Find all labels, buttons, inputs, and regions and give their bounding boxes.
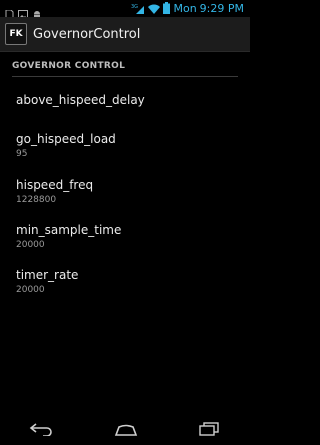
pref-title: above_hispeed_delay (16, 93, 145, 107)
status-clock: 9:29 PM (200, 2, 244, 15)
back-icon[interactable] (29, 422, 55, 436)
pref-timer-rate[interactable]: timer_rate 20000 (0, 259, 250, 304)
status-day: Mon (173, 2, 197, 15)
pref-title: go_hispeed_load (16, 132, 116, 146)
status-bar: 3G Mon 9:29 PM (0, 0, 250, 20)
app-title: GovernorControl (33, 26, 141, 42)
signal-icon: 3G (131, 0, 145, 18)
pref-summary: 1228800 (16, 194, 57, 205)
status-time-suffix: PM (227, 2, 244, 15)
sd-card-icon (4, 4, 14, 20)
pref-min-sample-time[interactable]: min_sample_time 20000 (0, 214, 250, 259)
pref-summary: 20000 (16, 285, 45, 295)
battery-icon (163, 0, 171, 18)
status-time: 9:29 (199, 2, 225, 15)
pref-title: timer_rate (16, 268, 79, 282)
pref-hispeed-freq[interactable]: hispeed_freq 1228800 (0, 168, 250, 214)
navigation-bar (0, 413, 250, 445)
pref-go-hispeed-load[interactable]: go_hispeed_load 95 (0, 123, 250, 168)
android-icon (32, 4, 42, 19)
notification-area (0, 4, 42, 20)
pref-summary: 95 (16, 149, 28, 159)
pref-title: hispeed_freq (16, 177, 94, 192)
pref-summary: 20000 (16, 240, 45, 250)
preference-list: GOVERNOR CONTROL above_hispeed_delay go_… (0, 52, 250, 392)
status-indicators: 3G Mon 9:29 PM (131, 0, 250, 18)
recent-apps-icon[interactable] (197, 422, 221, 436)
section-header: GOVERNOR CONTROL (12, 56, 238, 77)
app-icon[interactable]: FK (5, 23, 27, 45)
action-bar: FK GovernorControl (0, 17, 250, 52)
pref-title: min_sample_time (16, 223, 122, 237)
network-type-label: 3G (131, 4, 138, 10)
image-icon (18, 4, 28, 19)
home-icon[interactable] (113, 422, 139, 436)
wifi-icon (148, 0, 161, 18)
pref-above-hispeed-delay[interactable]: above_hispeed_delay (0, 77, 250, 123)
